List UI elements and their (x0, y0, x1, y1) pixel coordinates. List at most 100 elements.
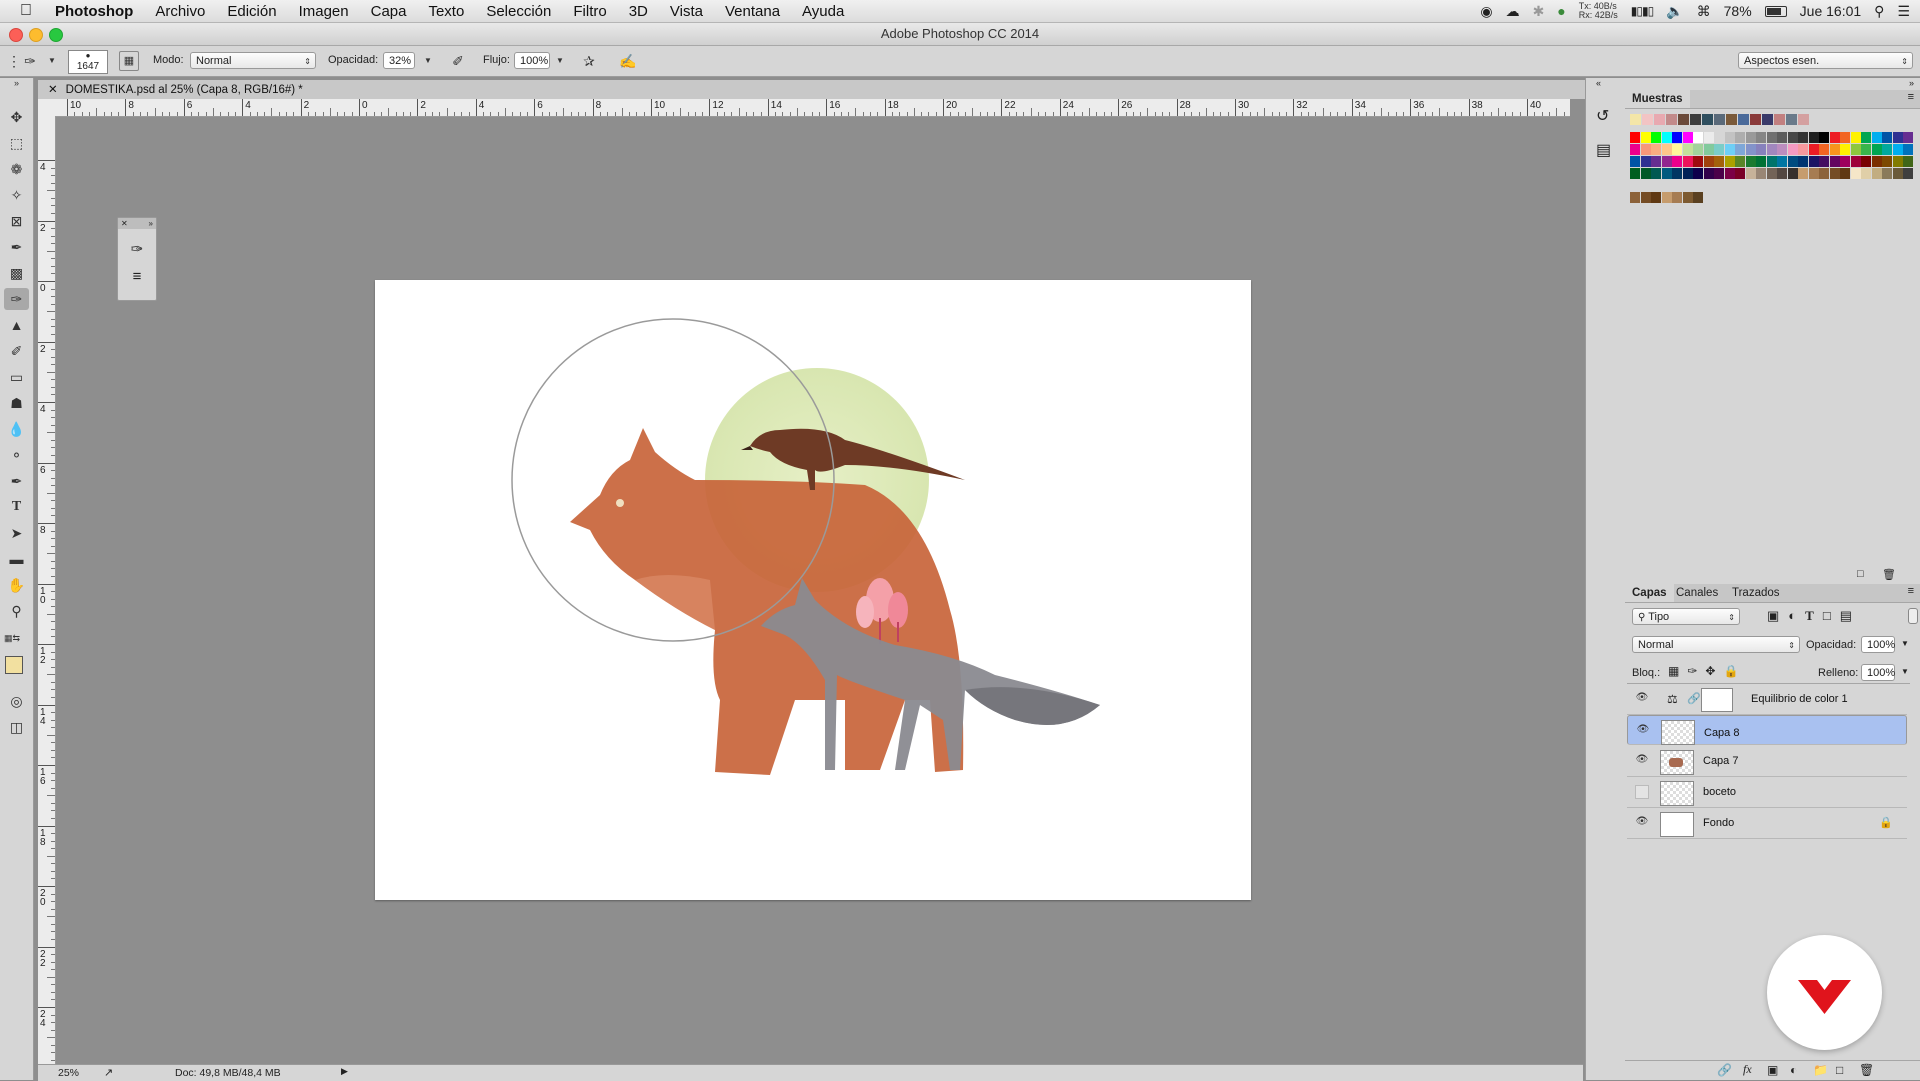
close-window-button[interactable] (9, 28, 23, 42)
swatch[interactable] (1661, 132, 1672, 143)
swatch[interactable] (1745, 156, 1756, 167)
swatch[interactable] (1798, 168, 1808, 179)
swatch[interactable] (1850, 132, 1861, 143)
swatch[interactable] (1750, 114, 1761, 125)
tool-preset-dropdown-icon[interactable]: ▼ (42, 51, 62, 71)
swatch[interactable] (1678, 114, 1689, 125)
swatch[interactable] (1693, 156, 1703, 167)
swatch[interactable] (1666, 114, 1677, 125)
swatch[interactable] (1808, 132, 1819, 143)
swatch[interactable] (1882, 168, 1892, 179)
swatch[interactable] (1745, 168, 1756, 179)
swatch[interactable] (1672, 168, 1682, 179)
lock-all-icon[interactable]: 🔒 (1723, 664, 1746, 678)
swatch[interactable] (1682, 192, 1693, 203)
quick-mask-icon[interactable]: ◎ (4, 690, 29, 712)
delete-layer-icon[interactable]: 🗑 (1859, 1063, 1874, 1077)
swatch[interactable] (1850, 168, 1861, 179)
swatch[interactable] (1640, 132, 1651, 143)
swatch[interactable] (1661, 144, 1672, 155)
history-panel-icon[interactable]: ↺ (1596, 106, 1609, 126)
tab-paths[interactable]: Trazados (1725, 584, 1787, 602)
horizontal-ruler[interactable]: 10 8 6 4 2 0 2 4 6 8 10 12 14 16 18 20 22 24 26 28 30 32 34 36 3… (55, 99, 1583, 117)
layer-row-boceto[interactable]: boceto (1627, 777, 1907, 808)
swatch[interactable] (1892, 168, 1903, 179)
vertical-ruler[interactable]: 420246810121416182022242 (38, 116, 56, 1064)
rectangle-tool-icon[interactable]: ▬ (4, 548, 29, 570)
close-panel-icon[interactable]: ✕ (121, 219, 128, 228)
filter-shape-icon[interactable]: □ (1823, 608, 1840, 623)
swatch[interactable] (1766, 156, 1777, 167)
history-brush-tool-icon[interactable]: ✐ (4, 340, 29, 362)
record-icon[interactable]: ◉ (1480, 3, 1492, 20)
notification-center-icon[interactable]: ☰ (1897, 3, 1910, 20)
swatch[interactable] (1892, 156, 1903, 167)
swatch[interactable] (1798, 144, 1808, 155)
swatch[interactable] (1630, 114, 1641, 125)
delete-swatch-icon[interactable]: 🗑 (1882, 568, 1896, 581)
swatch[interactable] (1724, 168, 1735, 179)
workspace-select[interactable]: Aspectos esen. ⇕ (1738, 52, 1913, 69)
swatch[interactable] (1766, 144, 1777, 155)
close-tab-icon[interactable]: ✕ (48, 84, 58, 96)
swatch[interactable] (1840, 144, 1850, 155)
menu-imagen[interactable]: Imagen (288, 3, 360, 20)
type-tool-icon[interactable]: T (4, 496, 29, 518)
lock-transparent-icon[interactable]: ▦ (1668, 664, 1687, 678)
memory-meter-icon[interactable]: ▮▯▮▯ (1631, 4, 1654, 18)
lock-image-icon[interactable]: ✑ (1687, 664, 1705, 678)
swatch[interactable] (1808, 144, 1819, 155)
swatch[interactable] (1819, 144, 1829, 155)
tab-swatches[interactable]: Muestras (1625, 90, 1690, 108)
swatch[interactable] (1682, 144, 1693, 155)
swatch[interactable] (1850, 144, 1861, 155)
swatch[interactable] (1756, 168, 1766, 179)
swatch[interactable] (1774, 114, 1785, 125)
mask-link-icon[interactable]: 🔗 (1687, 692, 1701, 705)
layer-style-icon[interactable]: fx (1743, 1062, 1752, 1077)
swatch[interactable] (1726, 114, 1737, 125)
swatch[interactable] (1861, 156, 1871, 167)
zoom-tool-icon[interactable]: ⚲ (4, 600, 29, 622)
pen-pressure-opacity-icon[interactable]: ✐ (448, 51, 468, 71)
flow-input[interactable]: 100% (514, 52, 550, 69)
swatch[interactable] (1903, 144, 1913, 155)
swatch[interactable] (1682, 132, 1693, 143)
panel-menu-icon[interactable]: ≡ (1908, 91, 1914, 103)
swatch[interactable] (1640, 144, 1651, 155)
visibility-eye-icon[interactable]: 👁 (1635, 817, 1649, 827)
swatch[interactable] (1693, 192, 1703, 203)
swatch[interactable] (1735, 144, 1745, 155)
swatch[interactable] (1738, 114, 1749, 125)
document-tab[interactable]: ✕ DOMESTIKA.psd al 25% (Capa 8, RGB/16#) … (38, 80, 1588, 100)
new-adjustment-layer-icon[interactable]: ◐ (1790, 1063, 1797, 1077)
swatch[interactable] (1829, 144, 1840, 155)
layer-name[interactable]: Capa 8 (1704, 725, 1739, 742)
layer-row-capa-8[interactable]: 👁 Capa 8 (1627, 715, 1907, 745)
layer-mask-thumbnail[interactable] (1701, 688, 1733, 712)
swatch[interactable] (1651, 132, 1661, 143)
swatch[interactable] (1756, 156, 1766, 167)
cloud-icon[interactable]: ☁ (1506, 3, 1520, 20)
swatch[interactable] (1777, 156, 1787, 167)
crop-tool-icon[interactable]: ⊠ (4, 210, 29, 232)
blur-tool-icon[interactable]: 💧 (4, 418, 29, 440)
swatch[interactable] (1745, 144, 1756, 155)
swatch[interactable] (1682, 168, 1693, 179)
new-layer-icon[interactable]: □ (1836, 1063, 1843, 1077)
tab-channels[interactable]: Canales (1669, 584, 1725, 602)
new-group-icon[interactable]: 📁 (1813, 1063, 1828, 1077)
swatch[interactable] (1661, 156, 1672, 167)
menu-ventana[interactable]: Ventana (714, 3, 791, 20)
swatch[interactable] (1693, 144, 1703, 155)
swatch[interactable] (1840, 168, 1850, 179)
swatch[interactable] (1798, 156, 1808, 167)
swatch[interactable] (1798, 114, 1809, 125)
swatch[interactable] (1640, 168, 1651, 179)
swatch[interactable] (1840, 132, 1850, 143)
swatch[interactable] (1672, 156, 1682, 167)
swatch[interactable] (1693, 168, 1703, 179)
tools-collapse-icon[interactable]: » (4, 78, 29, 88)
swatch[interactable] (1703, 132, 1714, 143)
swatch[interactable] (1766, 168, 1777, 179)
